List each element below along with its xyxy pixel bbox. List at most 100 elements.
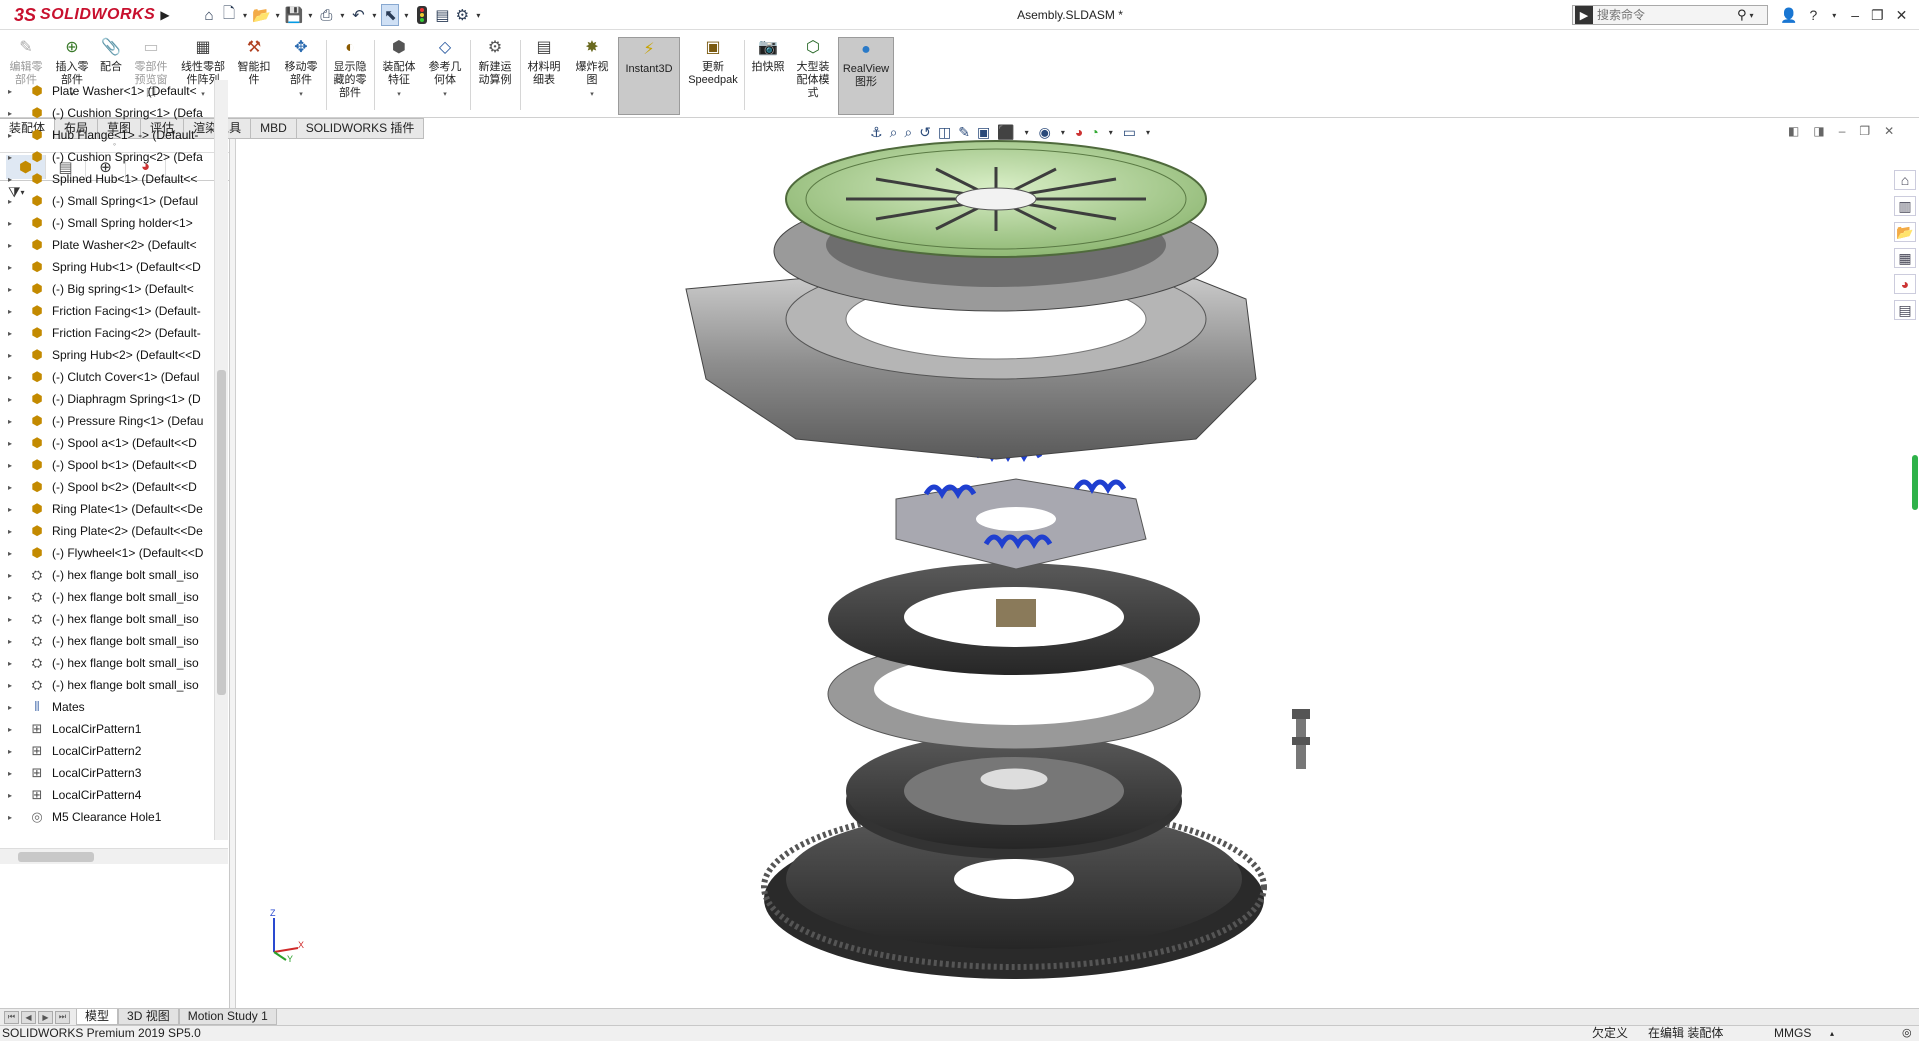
exploded-view-button[interactable]: ✸ 爆炸视 图 ▾ — [572, 36, 612, 114]
tree-item[interactable]: ▸ ⬢ (-) Clutch Cover<1> (Defaul — [0, 366, 214, 388]
scene-dropdown-icon[interactable]: ▾ — [1106, 128, 1116, 137]
tree-item[interactable]: ▸ ⬢ Spring Hub<2> (Default<<D — [0, 344, 214, 366]
save-dropdown-icon[interactable]: ▾ — [305, 11, 315, 20]
graphics-area[interactable] — [236, 139, 1919, 1008]
expand-arrow-icon[interactable]: ▸ — [8, 329, 20, 338]
expand-arrow-icon[interactable]: ▸ — [8, 131, 20, 140]
tree-item[interactable]: ▸ ⬢ Ring Plate<1> (Default<<De — [0, 498, 214, 520]
expand-arrow-icon[interactable]: ▸ — [8, 87, 20, 96]
magnifier-icon[interactable]: ⚲ — [1737, 7, 1747, 23]
expand-arrow-icon[interactable]: ▸ — [8, 571, 20, 580]
new-icon[interactable]: 🗋 — [220, 4, 238, 26]
options-icon[interactable]: ⚙ — [453, 4, 471, 26]
view-palette-icon[interactable]: ▦ — [1894, 248, 1916, 268]
expand-arrow-icon[interactable]: ▸ — [8, 439, 20, 448]
restore-icon[interactable]: ❐ — [1871, 7, 1884, 24]
view-settings-dropdown-icon[interactable]: ▾ — [1143, 128, 1153, 137]
viewport-minimize-icon[interactable]: – — [1839, 124, 1846, 138]
design-library-icon[interactable]: ▥ — [1894, 196, 1916, 216]
tree-item[interactable]: ▸ ⛭ (-) hex flange bolt small_iso — [0, 652, 214, 674]
tree-item[interactable]: ▸ ⬢ (-) Flywheel<1> (Default<<D — [0, 542, 214, 564]
next-tab-icon[interactable]: ▶ — [38, 1010, 53, 1024]
expand-arrow-icon[interactable]: ▸ — [8, 747, 20, 756]
speedpak-button[interactable]: ▣ 更新 Speedpak — [686, 36, 740, 114]
expand-arrow-icon[interactable]: ▸ — [8, 285, 20, 294]
tree-item[interactable]: ▸ ⊞ LocalCirPattern4 — [0, 784, 214, 806]
bom-button[interactable]: ▤ 材料明 细表 — [524, 36, 564, 114]
expand-arrow-icon[interactable]: ▸ — [8, 615, 20, 624]
expand-arrow-icon[interactable]: ▸ — [8, 307, 20, 316]
expand-arrow-icon[interactable]: ▸ — [8, 197, 20, 206]
tree-item[interactable]: ▸ ⛭ (-) hex flange bolt small_iso — [0, 630, 214, 652]
edit-appearance-icon[interactable]: ◕ — [1075, 124, 1083, 140]
prev-tab-icon[interactable]: ◀ — [21, 1010, 36, 1024]
open-dropdown-icon[interactable]: ▾ — [273, 11, 283, 20]
expand-arrow-icon[interactable]: ▸ — [8, 505, 20, 514]
units-dropdown-icon[interactable]: ▴ — [1830, 1026, 1834, 1041]
expand-arrow-icon[interactable]: ▸ — [8, 637, 20, 646]
first-tab-icon[interactable]: ⏮ — [4, 1010, 19, 1024]
hide-show-dropdown-icon[interactable]: ▾ — [1058, 128, 1068, 137]
tree-item[interactable]: ▸ ⛭ (-) hex flange bolt small_iso — [0, 586, 214, 608]
open-icon[interactable]: 📂 — [252, 4, 271, 26]
expand-arrow-icon[interactable]: ▸ — [8, 175, 20, 184]
menu-expand-arrow-icon[interactable]: ▶ — [158, 4, 172, 26]
tree-item[interactable]: ▸ ⬢ Plate Washer<1> (Default< — [0, 80, 214, 102]
tree-item[interactable]: ▸ ⬢ (-) Small Spring<1> (Defaul — [0, 190, 214, 212]
tree-item[interactable]: ▸ ⊞ LocalCirPattern3 — [0, 762, 214, 784]
hide-show-icon[interactable]: ◉ — [1039, 124, 1051, 141]
assembly-model[interactable] — [236, 139, 1919, 1008]
zoom-area-icon[interactable]: ⌕ — [904, 124, 912, 141]
tab-model[interactable]: 模型 — [76, 1009, 119, 1025]
tree-item[interactable]: ▸ ⬢ (-) Spool a<1> (Default<<D — [0, 432, 214, 454]
expand-arrow-icon[interactable]: ▸ — [8, 263, 20, 272]
tree-item[interactable]: ▸ ⛭ (-) hex flange bolt small_iso — [0, 564, 214, 586]
undo-icon[interactable]: ↶ — [349, 4, 367, 26]
tree-item[interactable]: ▸ ⛭ (-) hex flange bolt small_iso — [0, 674, 214, 696]
assembly-feature-button[interactable]: ⬢ 装配体 特征 ▾ — [378, 36, 420, 114]
expand-arrow-icon[interactable]: ▸ — [8, 109, 20, 118]
expand-arrow-icon[interactable]: ▸ — [8, 417, 20, 426]
tree-item[interactable]: ▸ ⬢ Spring Hub<1> (Default<<D — [0, 256, 214, 278]
tree-item[interactable]: ▸ ⬢ Plate Washer<2> (Default< — [0, 234, 214, 256]
dropdown-arrow-icon[interactable]: ▾ — [590, 88, 594, 101]
tree-item[interactable]: ▸ ⛭ (-) hex flange bolt small_iso — [0, 608, 214, 630]
options-dropdown-icon[interactable]: ▾ — [473, 11, 483, 20]
diaphragm-spring[interactable] — [785, 140, 1207, 258]
undo-dropdown-icon[interactable]: ▾ — [369, 11, 379, 20]
motion-study-button[interactable]: ⚙ 新建运 动算例 — [474, 36, 516, 114]
tab-motion-study[interactable]: Motion Study 1 — [178, 1009, 277, 1025]
spring-hub[interactable] — [895, 447, 1147, 570]
view-orient-icon[interactable]: ⚓ — [870, 124, 883, 141]
tab-addins[interactable]: SOLIDWORKS 插件 — [296, 118, 425, 139]
section-view-icon[interactable]: ◫ — [938, 124, 951, 141]
appearances-icon[interactable]: ◕ — [1894, 274, 1916, 294]
expand-arrow-icon[interactable]: ▸ — [8, 241, 20, 250]
tree-item[interactable]: ▸ ⬢ Friction Facing<1> (Default- — [0, 300, 214, 322]
tile-right-icon[interactable]: ◨ — [1813, 124, 1824, 138]
friction-facing-upper[interactable] — [828, 563, 1200, 675]
tree-item[interactable]: ▸ ⬢ (-) Diaphragm Spring<1> (D — [0, 388, 214, 410]
minimize-icon[interactable]: – — [1851, 7, 1859, 23]
expand-arrow-icon[interactable]: ▸ — [8, 373, 20, 382]
tree-item[interactable]: ▸ ⬢ Splined Hub<1> (Default<< — [0, 168, 214, 190]
solidworks-resources-icon[interactable]: ⌂ — [1894, 170, 1916, 190]
expand-arrow-icon[interactable]: ▸ — [8, 153, 20, 162]
view-settings-icon[interactable]: ▭ — [1123, 124, 1136, 141]
tree-item[interactable]: ▸ ⬢ (-) Cushion Spring<1> (Defa — [0, 102, 214, 124]
dropdown-arrow-icon[interactable]: ▾ — [397, 88, 401, 101]
print-dropdown-icon[interactable]: ▾ — [337, 11, 347, 20]
tile-left-icon[interactable]: ◧ — [1788, 124, 1799, 138]
expand-arrow-icon[interactable]: ▸ — [8, 549, 20, 558]
expand-arrow-icon[interactable]: ▸ — [8, 813, 20, 822]
tree-item[interactable]: ▸ ⬢ (-) Spool b<1> (Default<<D — [0, 454, 214, 476]
viewport-close-icon[interactable]: ✕ — [1884, 124, 1894, 138]
dropdown-arrow-icon[interactable]: ▾ — [443, 88, 447, 101]
tree-item[interactable]: ▸ ◎ M5 Clearance Hole1 — [0, 806, 214, 828]
tree-vertical-scrollbar[interactable] — [214, 80, 228, 840]
expand-arrow-icon[interactable]: ▸ — [8, 659, 20, 668]
save-icon[interactable]: 💾 — [285, 4, 304, 26]
tree-item[interactable]: ▸ ⊞ LocalCirPattern1 — [0, 718, 214, 740]
tree-item[interactable]: ▸ ⬢ (-) Pressure Ring<1> (Defau — [0, 410, 214, 432]
help-icon[interactable]: ? — [1809, 7, 1817, 23]
